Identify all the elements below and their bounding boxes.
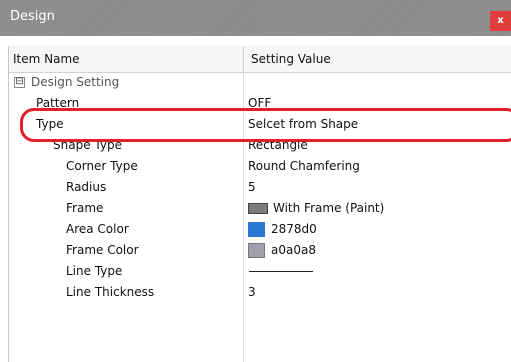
property-name: Frame bbox=[66, 201, 104, 215]
title-bar: Design x bbox=[0, 0, 511, 36]
property-name: Area Color bbox=[66, 222, 129, 236]
frame-style-icon bbox=[248, 203, 268, 214]
property-value[interactable]: a0a0a8 bbox=[248, 240, 316, 261]
close-button[interactable]: x bbox=[490, 11, 511, 31]
group-row-design-setting[interactable]: ⊟ Design Setting bbox=[9, 72, 511, 93]
property-value[interactable]: 2878d0 bbox=[248, 219, 317, 240]
area-color-swatch[interactable] bbox=[248, 222, 265, 237]
frame-value-text: With Frame (Paint) bbox=[273, 201, 385, 215]
collapse-icon[interactable]: ⊟ bbox=[14, 77, 25, 88]
property-row-line-thickness[interactable]: Line Thickness 3 bbox=[9, 282, 511, 303]
property-row-radius[interactable]: Radius 5 bbox=[9, 177, 511, 198]
line-type-sample[interactable] bbox=[249, 271, 313, 272]
property-row-line-type[interactable]: Line Type bbox=[9, 261, 511, 282]
column-header-setting-value[interactable]: Setting Value bbox=[251, 46, 331, 72]
property-value[interactable]: With Frame (Paint) bbox=[248, 198, 384, 219]
property-row-frame-color[interactable]: Frame Color a0a0a8 bbox=[9, 240, 511, 261]
property-value[interactable]: Round Chamfering bbox=[248, 156, 360, 177]
property-name: Line Thickness bbox=[66, 285, 155, 299]
property-grid: Item Name Setting Value ⊟ Design Setting… bbox=[8, 46, 511, 362]
column-header-item-name[interactable]: Item Name bbox=[13, 46, 80, 72]
property-row-area-color[interactable]: Area Color 2878d0 bbox=[9, 219, 511, 240]
property-name: Line Type bbox=[66, 264, 123, 278]
property-value[interactable]: 3 bbox=[248, 282, 256, 303]
frame-color-text: a0a0a8 bbox=[271, 243, 316, 257]
property-name: Corner Type bbox=[66, 159, 138, 173]
property-name: Frame Color bbox=[66, 243, 139, 257]
property-name: Radius bbox=[66, 180, 107, 194]
highlight-annotation bbox=[20, 108, 511, 142]
column-divider[interactable] bbox=[243, 46, 244, 72]
property-row-corner-type[interactable]: Corner Type Round Chamfering bbox=[9, 156, 511, 177]
window-title: Design bbox=[10, 9, 55, 24]
property-row-frame[interactable]: Frame With Frame (Paint) bbox=[9, 198, 511, 219]
design-panel: Design x Item Name Setting Value ⊟ Desig… bbox=[0, 0, 511, 362]
group-label: Design Setting bbox=[31, 75, 120, 89]
frame-color-swatch[interactable] bbox=[248, 243, 265, 258]
property-value[interactable]: 5 bbox=[248, 177, 256, 198]
grid-header: Item Name Setting Value bbox=[9, 46, 511, 73]
area-color-text: 2878d0 bbox=[271, 222, 317, 236]
